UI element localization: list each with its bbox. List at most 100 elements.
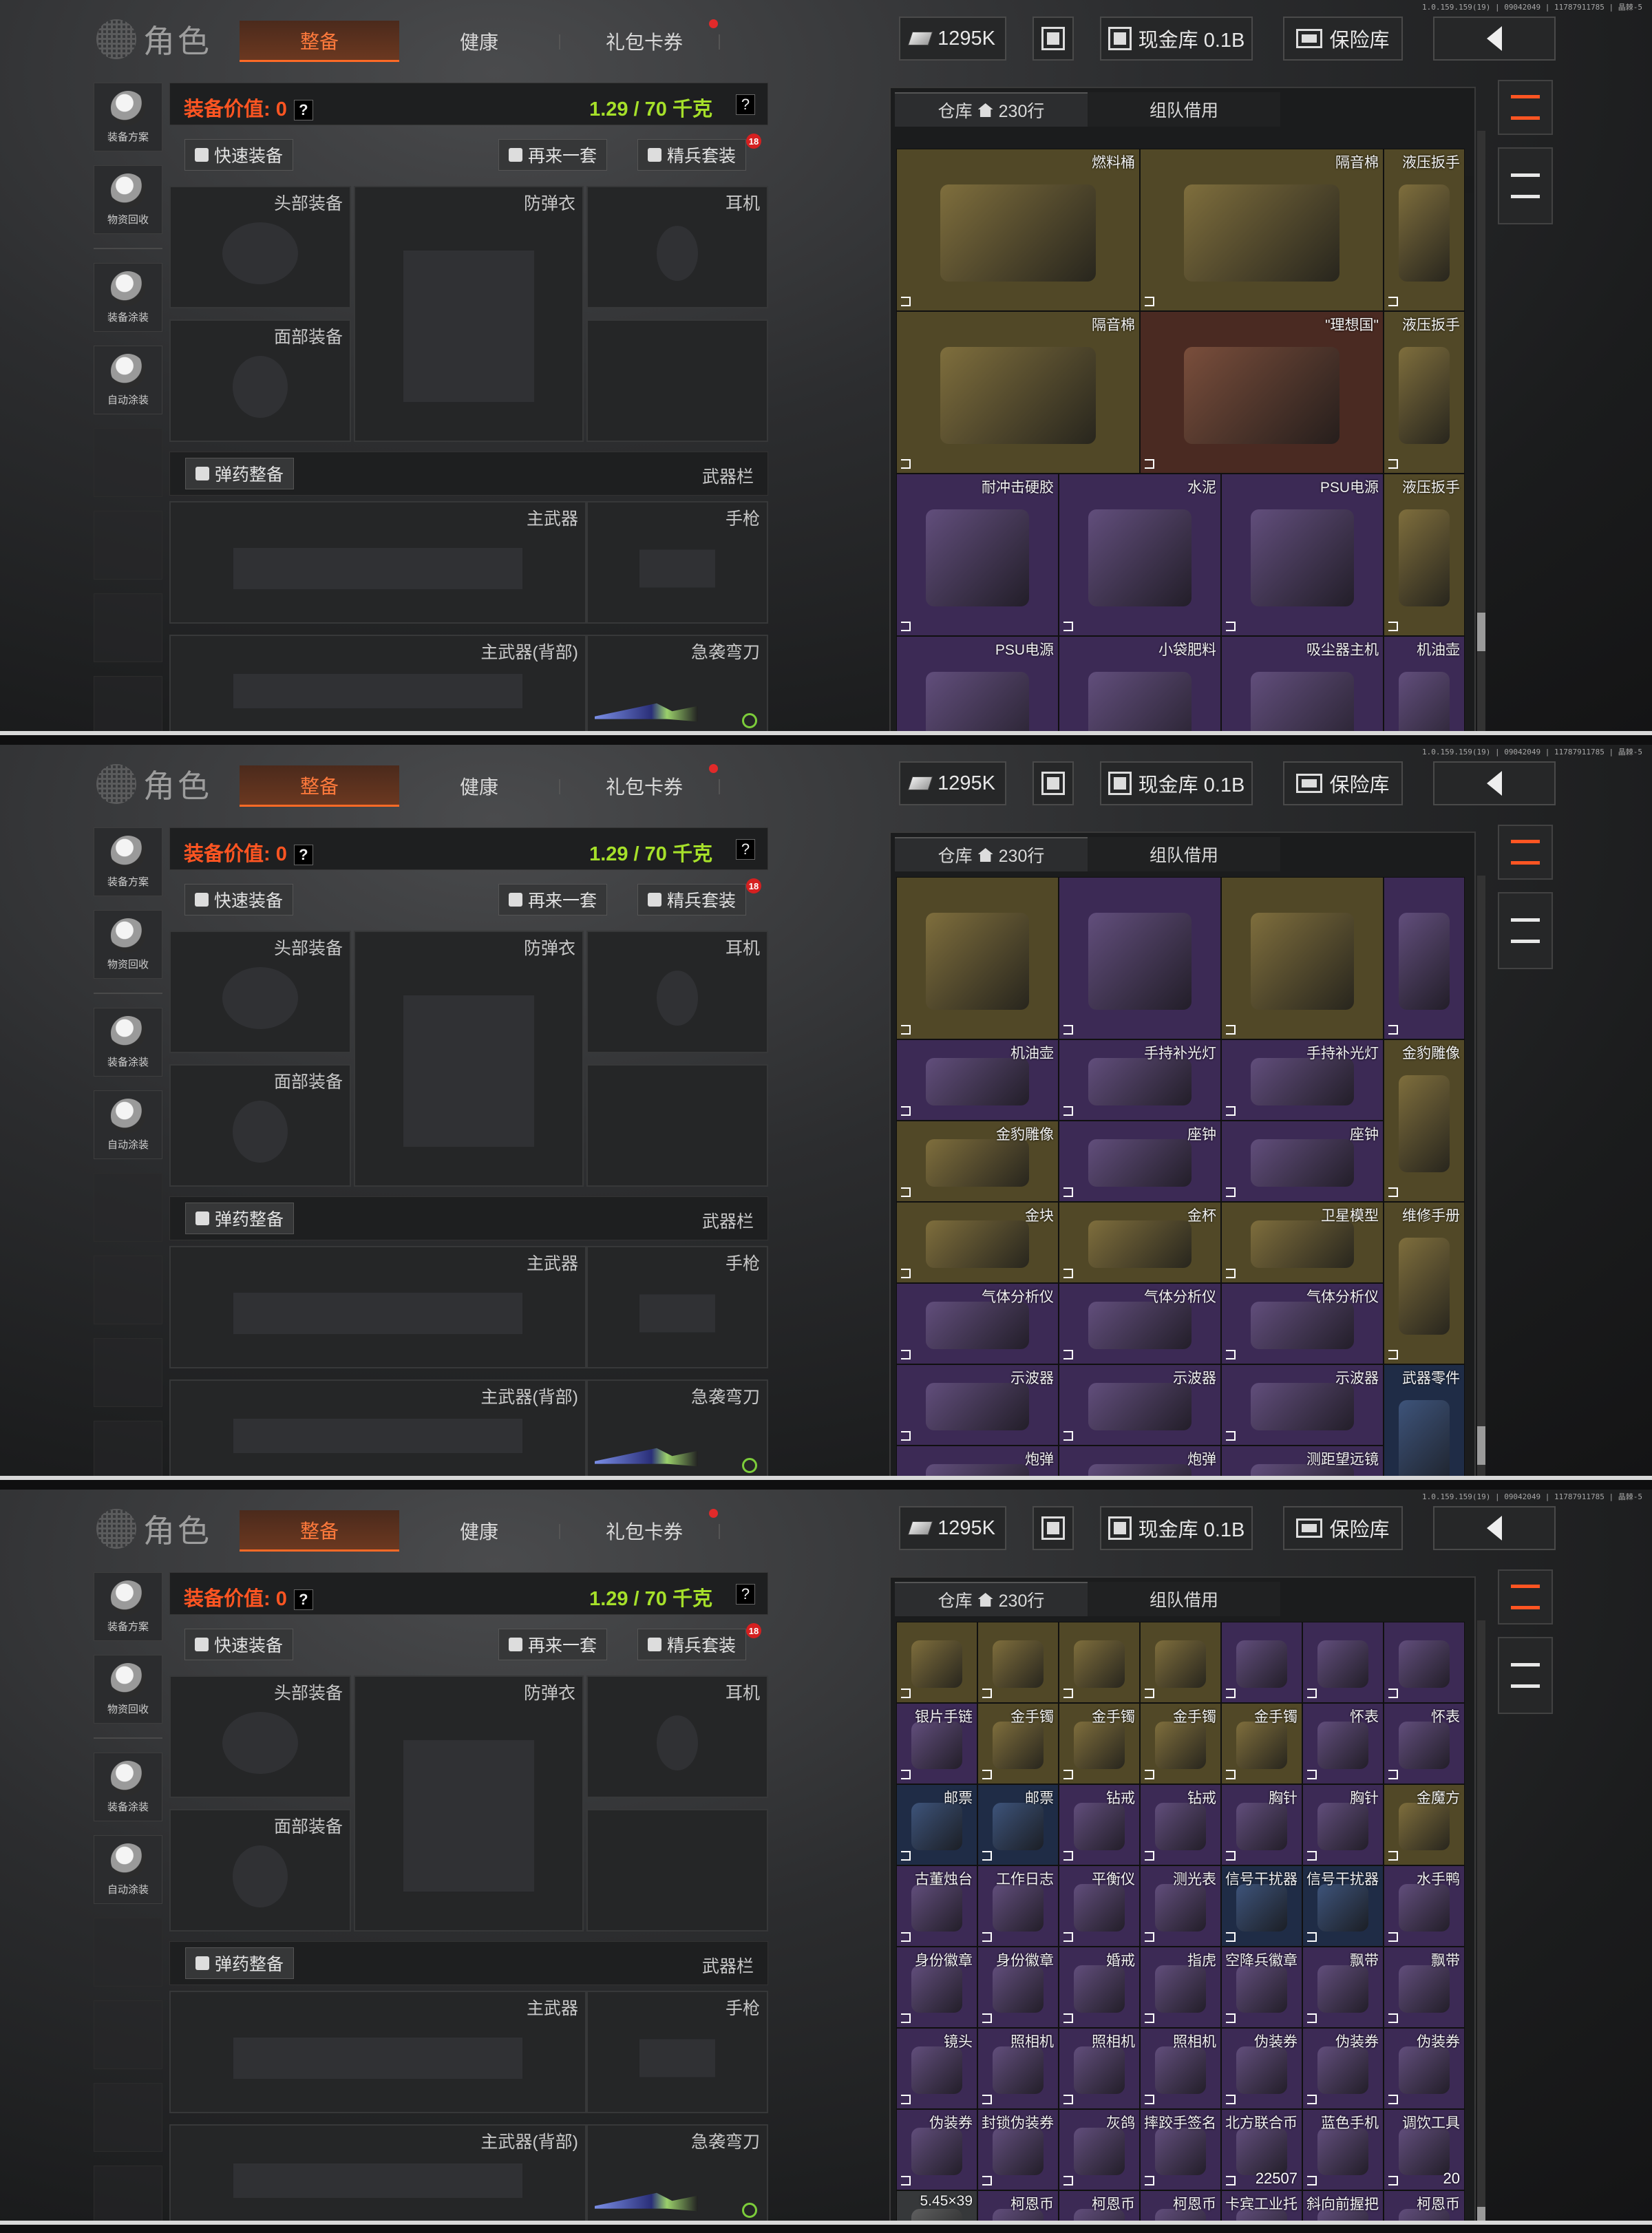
inventory-item[interactable]: 炮弹 bbox=[896, 1446, 1059, 1480]
stack-sort-button[interactable] bbox=[1498, 1569, 1553, 1625]
back-button[interactable] bbox=[1433, 17, 1556, 61]
inventory-item[interactable]: 伪装券 bbox=[1302, 2028, 1384, 2109]
inventory-item[interactable]: 隔音棉 bbox=[896, 311, 1140, 474]
inventory-item[interactable] bbox=[1384, 1622, 1465, 1703]
inventory-item[interactable]: 金豹雕像 bbox=[896, 1121, 1059, 1202]
inventory-item[interactable]: 身份徽章 bbox=[896, 1947, 977, 2028]
inventory-item[interactable]: 婚戒 bbox=[1059, 1947, 1140, 2028]
inventory-item[interactable]: 卡宾工业托 bbox=[1221, 2190, 1302, 2225]
inventory-scrollbar[interactable] bbox=[1477, 131, 1485, 735]
tab-team-borrow[interactable]: 组队借用 bbox=[1088, 837, 1280, 871]
elite-set-button[interactable]: 精兵套装 bbox=[637, 884, 747, 916]
empty-slot[interactable] bbox=[586, 1809, 768, 1932]
inventory-item[interactable]: 胸针 bbox=[1221, 1784, 1302, 1865]
inventory-item[interactable]: 隔音棉 bbox=[1140, 149, 1384, 311]
inventory-item[interactable] bbox=[896, 877, 1059, 1039]
ear-slot[interactable]: 耳机 bbox=[586, 1675, 768, 1798]
cash-vault-button[interactable]: 现金库 0.1B bbox=[1100, 761, 1253, 805]
inventory-item[interactable]: 工作日志 bbox=[977, 1865, 1059, 1947]
agent-button[interactable] bbox=[1032, 761, 1074, 805]
inventory-item[interactable] bbox=[1059, 1622, 1140, 1703]
inventory-item[interactable]: 飘带 bbox=[1302, 1947, 1384, 2028]
inventory-item[interactable]: 测距望远镜 bbox=[1221, 1446, 1384, 1480]
inventory-item[interactable]: 空降兵徽章 bbox=[1221, 1947, 1302, 2028]
inventory-item[interactable]: 邮票 bbox=[977, 1784, 1059, 1865]
primary-back-slot[interactable]: 主武器(背部) bbox=[169, 2124, 586, 2225]
inventory-item[interactable]: 钻戒 bbox=[1059, 1784, 1140, 1865]
knife-slot[interactable]: 急袭弯刀 bbox=[586, 635, 768, 735]
help-icon[interactable]: ? bbox=[736, 839, 755, 860]
inventory-item[interactable]: 金手镯 bbox=[977, 1703, 1059, 1784]
again-button[interactable]: 再来一套 bbox=[498, 139, 608, 171]
inventory-item[interactable]: 机油壶 bbox=[896, 1039, 1059, 1121]
inventory-item[interactable]: 气体分析仪 bbox=[896, 1283, 1059, 1364]
tab-health[interactable]: 健康 bbox=[399, 21, 559, 62]
ammo-prep-button[interactable]: 弹药整备 bbox=[185, 1947, 295, 1979]
inventory-item[interactable]: 液压扳手 bbox=[1384, 311, 1465, 474]
quick-equip-button[interactable]: 快速装备 bbox=[184, 139, 294, 171]
inventory-item[interactable]: 金豹雕像 bbox=[1384, 1039, 1465, 1202]
tab-gift[interactable]: 礼包卡券 bbox=[564, 765, 724, 807]
ear-slot[interactable]: 耳机 bbox=[586, 186, 768, 308]
stack-sort-button[interactable] bbox=[1498, 825, 1553, 880]
tab-health[interactable]: 健康 bbox=[399, 765, 559, 807]
inventory-item[interactable]: 耐冲击硬胶 bbox=[896, 474, 1059, 636]
ear-slot[interactable]: 耳机 bbox=[586, 931, 768, 1053]
armor-slot[interactable]: 防弹衣 bbox=[354, 186, 584, 442]
inventory-item[interactable]: 伪装券 bbox=[1384, 2028, 1465, 2109]
inventory-item[interactable] bbox=[1302, 1622, 1384, 1703]
elite-set-button[interactable]: 精兵套装 bbox=[637, 1629, 747, 1660]
insurance-button[interactable]: 保险库 bbox=[1283, 1506, 1403, 1550]
empty-slot[interactable] bbox=[586, 1064, 768, 1187]
primary-back-slot[interactable]: 主武器(背部) bbox=[169, 1379, 586, 1480]
inventory-item[interactable]: 金块 bbox=[896, 1202, 1059, 1283]
empty-slot[interactable] bbox=[586, 319, 768, 442]
inventory-item[interactable] bbox=[896, 1622, 977, 1703]
inventory-item[interactable]: 金手镯 bbox=[1059, 1703, 1140, 1784]
cash-vault-button[interactable]: 现金库 0.1B bbox=[1100, 17, 1253, 61]
inventory-item[interactable] bbox=[1384, 877, 1465, 1039]
inventory-scrollbar[interactable] bbox=[1477, 1620, 1485, 2225]
inventory-item[interactable]: 胸针 bbox=[1302, 1784, 1384, 1865]
inventory-item[interactable]: 水泥 bbox=[1059, 474, 1221, 636]
currency-button[interactable]: 1295K bbox=[899, 1506, 1006, 1550]
head-slot[interactable]: 头部装备 bbox=[169, 931, 351, 1053]
inventory-item[interactable]: 斜向前握把 bbox=[1302, 2190, 1384, 2225]
inventory-item[interactable]: 座钟 bbox=[1059, 1121, 1221, 1202]
tab-warehouse[interactable]: 仓库 230行 bbox=[895, 92, 1088, 127]
inventory-item[interactable]: PSU电源 bbox=[896, 636, 1059, 735]
insurance-button[interactable]: 保险库 bbox=[1283, 761, 1403, 805]
elite-set-button[interactable]: 精兵套装 bbox=[637, 139, 747, 171]
again-button[interactable]: 再来一套 bbox=[498, 1629, 608, 1660]
inventory-item[interactable]: 信号干扰器 bbox=[1302, 1865, 1384, 1947]
inventory-item[interactable]: 封锁伪装券 bbox=[977, 2109, 1059, 2190]
inventory-item[interactable]: "理想国" bbox=[1140, 311, 1384, 474]
face-slot[interactable]: 面部装备 bbox=[169, 319, 351, 442]
inventory-item[interactable]: 摔跤手签名 bbox=[1140, 2109, 1221, 2190]
inventory-item[interactable]: 伪装券 bbox=[896, 2109, 977, 2190]
help-icon[interactable]: ? bbox=[293, 1589, 313, 1611]
cash-vault-button[interactable]: 现金库 0.1B bbox=[1100, 1506, 1253, 1550]
inventory-item[interactable]: PSU电源 bbox=[1221, 474, 1384, 636]
inventory-item[interactable] bbox=[1221, 1622, 1302, 1703]
stack-tool-button[interactable] bbox=[1498, 1637, 1553, 1714]
sidebar-supply-recycle[interactable]: 物资回收 bbox=[94, 910, 162, 979]
ammo-prep-button[interactable]: 弹药整备 bbox=[185, 1203, 295, 1234]
inventory-item[interactable]: 金杯 bbox=[1059, 1202, 1221, 1283]
inventory-item[interactable]: 维修手册 bbox=[1384, 1202, 1465, 1364]
inventory-item[interactable]: 伪装券 bbox=[1221, 2028, 1302, 2109]
inventory-item[interactable]: 机油壶 bbox=[1384, 636, 1465, 735]
face-slot[interactable]: 面部装备 bbox=[169, 1809, 351, 1932]
inventory-item[interactable]: 指虎 bbox=[1140, 1947, 1221, 2028]
inventory-item[interactable]: 怀表 bbox=[1384, 1703, 1465, 1784]
stack-sort-button[interactable] bbox=[1498, 80, 1553, 135]
inventory-item[interactable]: 卫星模型 bbox=[1221, 1202, 1384, 1283]
scroll-thumb[interactable] bbox=[1477, 1426, 1485, 1465]
sidebar-equipment-skin[interactable]: 装备涂装 bbox=[94, 263, 162, 332]
inventory-item[interactable] bbox=[1221, 877, 1384, 1039]
sidebar-supply-recycle[interactable]: 物资回收 bbox=[94, 165, 162, 234]
inventory-item[interactable]: 蓝色手机 bbox=[1302, 2109, 1384, 2190]
inventory-item[interactable] bbox=[977, 1622, 1059, 1703]
sidebar-auto-skin[interactable]: 自动涂装 bbox=[94, 1090, 162, 1159]
inventory-scrollbar[interactable] bbox=[1477, 876, 1485, 1480]
